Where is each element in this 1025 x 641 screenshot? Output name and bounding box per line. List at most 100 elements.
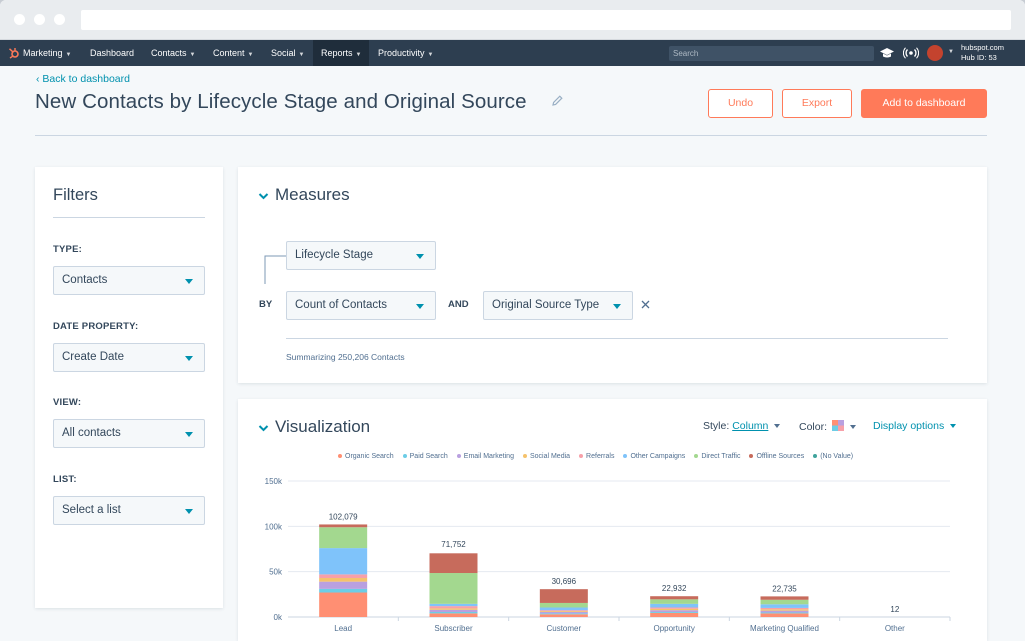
bar-segment[interactable] [429,603,478,607]
pencil-edit-icon[interactable] [551,94,564,107]
nav-contacts-label: Contacts [151,48,187,58]
bar-segment[interactable] [429,608,478,610]
bar-segment[interactable] [319,548,368,575]
bar-segment[interactable] [760,596,809,600]
legend-item[interactable]: Other Campaigns [623,453,685,460]
type-label: TYPE: [53,244,82,255]
nav-marketing[interactable]: Marketing ▼ [15,40,79,66]
bar-segment[interactable] [319,581,368,589]
legend-item[interactable]: Paid Search [402,453,448,460]
bar-segment[interactable] [650,607,699,609]
bar-segment[interactable] [650,610,699,613]
academy-cap-icon[interactable] [879,45,895,61]
add-to-dashboard-button[interactable]: Add to dashboard [861,89,987,118]
bar-segment[interactable] [760,612,809,614]
bar-total-label: 22,735 [772,584,797,593]
legend-item[interactable]: Referrals [579,453,614,460]
bar-segment[interactable] [760,610,809,613]
bar-segment[interactable] [429,613,478,617]
avatar[interactable] [927,45,943,61]
display-options-dropdown[interactable]: Display options [873,420,957,432]
nav-dashboard[interactable]: Dashboard [82,40,142,66]
nav-reports[interactable]: Reports ▼ [313,40,370,66]
original-source-type-select[interactable]: Original Source Type [483,291,633,320]
bar-total-label: 30,696 [552,577,577,586]
window-close-dot[interactable] [14,14,25,25]
bar-segment[interactable] [539,612,588,614]
bar-segment[interactable] [319,588,368,593]
bar-segment[interactable] [760,604,809,608]
bar-segment[interactable] [539,602,588,608]
back-to-dashboard-link[interactable]: ‹ Back to dashboard [36,73,130,85]
bar-segment[interactable] [319,592,368,617]
visualization-title: Visualization [275,417,371,436]
bar-segment[interactable] [319,578,368,582]
bar-segment[interactable] [429,573,478,604]
bar-segment[interactable] [319,527,368,549]
bar-segment[interactable] [650,608,699,611]
legend-item[interactable]: Direct Traffic [694,453,740,460]
bar-segment[interactable] [539,589,588,603]
legend-label: Other Campaigns [630,453,686,460]
bar-segment[interactable] [319,574,368,579]
color-option[interactable]: Color: [799,420,856,433]
nav-search-input[interactable]: Search [669,46,874,61]
caret-down-icon [950,424,957,429]
type-select[interactable]: Contacts [53,266,205,295]
browser-chrome [0,0,1025,40]
legend-item[interactable]: (No Value) [813,453,853,460]
legend-dot [456,454,461,459]
count-of-contacts-select[interactable]: Count of Contacts [286,291,436,320]
bar-segment[interactable] [429,612,478,614]
bar-segment[interactable] [539,614,588,617]
chevron-down-icon[interactable]: ▼ [948,49,954,55]
nav-social[interactable]: Social ▼ [263,40,312,66]
bar-segment[interactable] [429,553,478,574]
chevron-down-icon[interactable] [258,192,269,200]
bar-segment[interactable] [760,607,809,610]
bar-segment[interactable] [539,610,588,612]
style-option[interactable]: Style: Column [703,420,781,432]
x-tick-label: Lead [334,624,352,633]
bar-segment[interactable] [650,603,699,608]
legend-item[interactable]: Social Media [522,453,570,460]
bar-segment[interactable] [539,611,588,613]
bar-segment[interactable] [650,612,699,613]
window-minimize-dot[interactable] [34,14,45,25]
lifecycle-stage-select[interactable]: Lifecycle Stage [286,241,436,270]
caret-down-icon [416,254,424,259]
bar-segment[interactable] [650,596,699,600]
bar-segment[interactable] [539,613,588,615]
nav-content[interactable]: Content ▼ [205,40,261,66]
bar-total-label: 71,752 [441,540,466,549]
bar-segment[interactable] [760,609,809,611]
bar-segment[interactable] [650,612,699,617]
broadcast-icon[interactable] [903,45,919,61]
bar-segment[interactable] [760,599,809,605]
window-maximize-dot[interactable] [54,14,65,25]
account-info[interactable]: hubspot.com Hub ID: 53 [961,43,1004,63]
date-property-value: Create Date [62,351,125,363]
nav-contacts[interactable]: Contacts ▼ [143,40,203,66]
date-property-select[interactable]: Create Date [53,343,205,372]
chevron-down-icon[interactable] [258,424,269,432]
undo-button[interactable]: Undo [708,89,773,118]
legend-item[interactable]: Email Marketing [456,453,514,460]
bar-segment[interactable] [319,524,368,528]
close-icon[interactable] [640,299,651,310]
legend-item[interactable]: Organic Search [338,453,394,460]
bar-segment[interactable] [650,599,699,604]
view-select[interactable]: All contacts [53,419,205,448]
legend-item[interactable]: Offline Sources [749,453,804,460]
x-tick-label: Opportunity [653,624,694,633]
group-connector [264,255,286,284]
bar-segment[interactable] [760,613,809,617]
bar-segment[interactable] [539,607,588,611]
bar-segment[interactable] [429,609,478,613]
filters-panel: Filters TYPE: Contacts DATE PROPERTY: Cr… [35,167,223,608]
address-bar[interactable] [81,10,1011,30]
export-button[interactable]: Export [782,89,852,118]
bar-segment[interactable] [429,606,478,609]
list-select[interactable]: Select a list [53,496,205,525]
nav-productivity[interactable]: Productivity ▼ [370,40,441,66]
